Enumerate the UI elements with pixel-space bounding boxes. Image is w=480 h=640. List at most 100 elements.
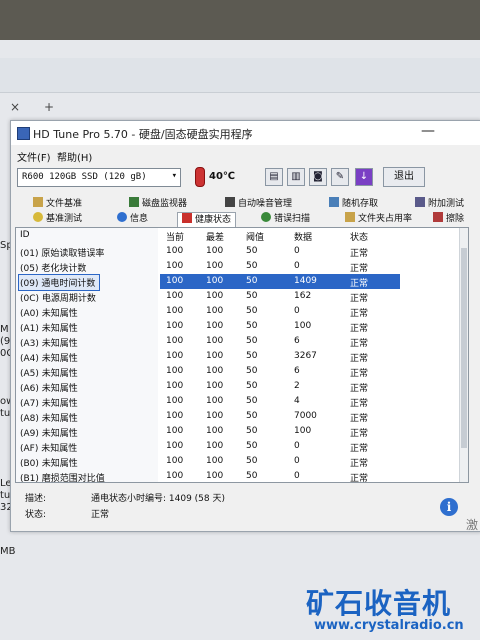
- exit-button[interactable]: 退出: [383, 167, 425, 187]
- table-cell-cur: 100: [166, 426, 184, 436]
- table-cell-id: (A9) 未知属性: [20, 429, 78, 439]
- table-row[interactable]: (B0) 未知属性 100 100 50 0 正常: [16, 455, 462, 469]
- benchmark-icon: [33, 212, 43, 222]
- table-cell-worst: 100: [206, 426, 224, 436]
- copy-text-icon[interactable]: ▤: [265, 168, 283, 186]
- table-cell-cur: 100: [166, 396, 184, 406]
- table-cell-thr: 50: [246, 441, 258, 451]
- table-cell-worst: 100: [206, 396, 224, 406]
- table-scrollbar[interactable]: [459, 228, 468, 482]
- table-cell-worst: 100: [206, 351, 224, 361]
- table-cell-cur: 100: [166, 276, 184, 286]
- browser-new-tab-button[interactable]: +: [44, 100, 54, 114]
- table-cell-data: 0: [294, 456, 300, 466]
- browser-close-tab-button[interactable]: ×: [10, 100, 20, 114]
- table-row[interactable]: (A8) 未知属性 100 100 50 7000 正常: [16, 410, 462, 424]
- status-value: 正常: [91, 510, 110, 520]
- table-cell-worst: 100: [206, 366, 224, 376]
- table-cell-thr: 50: [246, 426, 258, 436]
- magnifier-icon: [261, 212, 271, 222]
- table-cell-id: (A3) 未知属性: [20, 339, 78, 349]
- table-row[interactable]: (B1) 磨损范围对比值 100 100 50 0 正常: [16, 470, 462, 484]
- table-row[interactable]: (A1) 未知属性 100 100 50 100 正常: [16, 320, 462, 334]
- tab-aam[interactable]: 自动噪音管理: [225, 197, 292, 211]
- tab-erase[interactable]: 擦除: [433, 212, 464, 226]
- tab-error-scan[interactable]: 错误扫描: [261, 212, 310, 226]
- tab-file-benchmark[interactable]: 文件基准: [33, 197, 82, 211]
- title-bar: HD Tune Pro 5.70 - 硬盘/固态硬盘实用程序 —: [11, 121, 480, 145]
- tab-info[interactable]: 信息: [117, 212, 148, 226]
- table-cell-id: (B1) 磨损范围对比值: [20, 474, 105, 484]
- table-cell-id: (A6) 未知属性: [20, 384, 78, 394]
- table-cell-thr: 50: [246, 276, 258, 286]
- minimize-button[interactable]: —: [421, 123, 435, 139]
- table-row[interactable]: (A7) 未知属性 100 100 50 4 正常: [16, 395, 462, 409]
- table-cell-id: (A8) 未知属性: [20, 414, 78, 424]
- table-cell-thr: 50: [246, 246, 258, 256]
- table-cell-status: 正常: [350, 339, 369, 349]
- chevron-down-icon: ▾: [171, 171, 177, 181]
- table-cell-data: 0: [294, 246, 300, 256]
- table-cell-data: 0: [294, 261, 300, 271]
- table-cell-id: (A5) 未知属性: [20, 369, 78, 379]
- table-row[interactable]: (AF) 未知属性 100 100 50 0 正常: [16, 440, 462, 454]
- tab-random-access[interactable]: 随机存取: [329, 197, 378, 211]
- app-icon: [17, 127, 30, 140]
- table-row[interactable]: (09) 通电时间计数 100 100 50 1409 正常: [16, 274, 462, 291]
- col-header-status[interactable]: 状态: [350, 230, 368, 243]
- table-row[interactable]: (A6) 未知属性 100 100 50 2 正常: [16, 380, 462, 394]
- drive-select[interactable]: R600 120GB SSD (120 gB) ▾: [17, 168, 181, 187]
- scroll-thumb[interactable]: [461, 248, 467, 448]
- table-cell-data: 2: [294, 381, 300, 391]
- table-cell-cur: 100: [166, 291, 184, 301]
- tab-health[interactable]: 健康状态: [177, 212, 237, 227]
- tab-disk-monitor[interactable]: 磁盘监视器: [129, 197, 187, 211]
- table-row[interactable]: (A3) 未知属性 100 100 50 6 正常: [16, 335, 462, 349]
- table-cell-worst: 100: [206, 276, 224, 286]
- table-cell-id: (A1) 未知属性: [20, 324, 78, 334]
- table-row[interactable]: (0C) 电源周期计数 100 100 50 162 正常: [16, 290, 462, 304]
- col-header-current[interactable]: 当前: [166, 230, 184, 243]
- table-cell-cur: 100: [166, 246, 184, 256]
- table-row[interactable]: (01) 原始读取错误率 100 100 50 0 正常: [16, 245, 462, 259]
- options-icon[interactable]: ✎: [331, 168, 349, 186]
- tab-extra-tests[interactable]: 附加测试: [415, 197, 464, 211]
- menu-file[interactable]: 文件(F): [17, 149, 51, 164]
- table-row[interactable]: (A0) 未知属性 100 100 50 0 正常: [16, 305, 462, 319]
- table-cell-thr: 50: [246, 291, 258, 301]
- table-cell-id: (01) 原始读取错误率: [20, 249, 105, 259]
- table-cell-id: (B0) 未知属性: [20, 459, 78, 469]
- table-cell-data: 0: [294, 441, 300, 451]
- table-row[interactable]: (A9) 未知属性 100 100 50 100 正常: [16, 425, 462, 439]
- table-cell-id: (0C) 电源周期计数: [20, 294, 96, 304]
- menu-help[interactable]: 帮助(H): [57, 149, 92, 164]
- table-cell-status: 正常: [350, 459, 369, 469]
- table-row[interactable]: (05) 老化块计数 100 100 50 0 正常: [16, 260, 462, 274]
- menu-bar: 文件(F) 帮助(H): [11, 147, 480, 164]
- table-cell-id: (AF) 未知属性: [20, 444, 78, 454]
- temperature-readout: 40℃: [209, 171, 236, 182]
- desktop-fragment: MB: [0, 546, 16, 557]
- copy-info-icon[interactable]: ▥: [287, 168, 305, 186]
- col-header-data[interactable]: 数据: [294, 230, 312, 243]
- table-cell-worst: 100: [206, 411, 224, 421]
- save-download-icon[interactable]: ↓: [355, 168, 373, 186]
- col-header-worst[interactable]: 最差: [206, 230, 224, 243]
- table-row[interactable]: (A5) 未知属性 100 100 50 6 正常: [16, 365, 462, 379]
- col-header-threshold[interactable]: 阈值: [246, 230, 264, 243]
- table-cell-status: 正常: [350, 474, 369, 484]
- table-cell-thr: 50: [246, 261, 258, 271]
- watermark-url: www.crystalradio.cn: [314, 618, 464, 633]
- table-cell-thr: 50: [246, 321, 258, 331]
- table-cell-status: 正常: [350, 369, 369, 379]
- tab-folder-usage[interactable]: 文件夹占用率: [345, 212, 412, 226]
- table-cell-cur: 100: [166, 321, 184, 331]
- table-row[interactable]: (A4) 未知属性 100 100 50 3267 正常: [16, 350, 462, 364]
- info-icon[interactable]: i: [440, 498, 458, 516]
- tab-benchmark[interactable]: 基准测试: [33, 212, 82, 226]
- col-header-id[interactable]: ID: [20, 230, 30, 240]
- table-cell-status: 正常: [350, 429, 369, 439]
- screenshot-camera-icon[interactable]: ◙: [309, 168, 327, 186]
- table-cell-status: 正常: [350, 249, 369, 259]
- table-cell-worst: 100: [206, 246, 224, 256]
